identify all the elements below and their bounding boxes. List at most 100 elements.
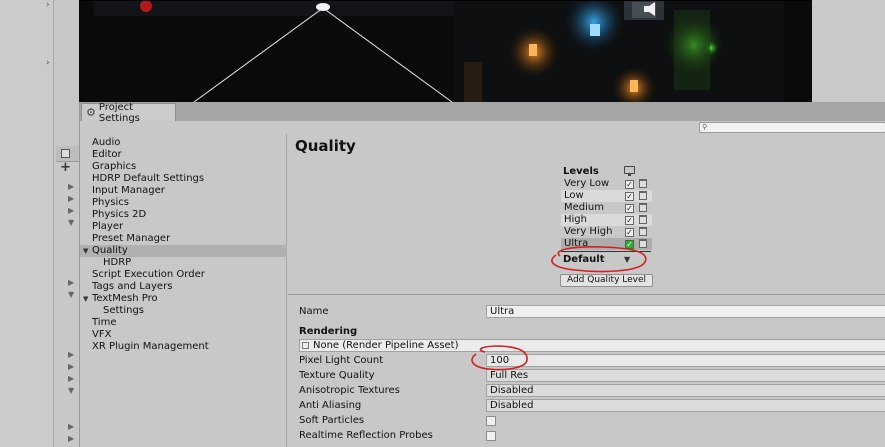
pixel-light-count-field[interactable]: 100 [486,354,885,367]
collapse-arrow-icon[interactable]: ▼ [83,245,88,257]
level-checkbox[interactable]: ✓ [625,180,634,189]
sidebar-item-label: Quality [92,245,128,256]
editor-left-strip: › › [0,0,54,447]
texture-quality-label: Texture Quality [299,370,375,381]
expand-arrow-icon[interactable]: ▶ [68,278,74,287]
pixel-light-count-label: Pixel Light Count [299,355,384,366]
sidebar-item-audio[interactable]: Audio [80,137,287,149]
object-field-icon [302,342,309,349]
level-checkbox[interactable]: ✓ [625,192,634,201]
scene-illustration [54,0,812,102]
sidebar-item-textmesh-pro[interactable]: ▼ TextMesh Pro [80,293,287,305]
level-name: Medium [564,202,604,213]
scene-view[interactable] [54,0,812,102]
expand-arrow-icon[interactable]: ▶ [68,350,74,359]
sidebar-item-time[interactable]: Time [80,317,287,329]
level-checkbox[interactable]: ✓ [625,216,634,225]
expand-arrow-icon[interactable]: ▶ [68,434,74,443]
trash-icon[interactable] [639,215,647,224]
sidebar-item-settings[interactable]: Settings [80,305,287,317]
editor-right-panel [812,0,885,102]
hierarchy-icon [61,149,70,158]
sidebar-item-label: Player [92,221,124,232]
level-checkbox[interactable]: ✓ [625,204,634,213]
sidebar-item-label: Physics 2D [92,209,147,220]
sidebar-item-preset-manager[interactable]: Preset Manager [80,233,287,245]
expand-arrow-icon[interactable]: ▶ [68,374,74,383]
collapse-arrow-icon[interactable]: ▼ [83,293,88,305]
collapse-arrow-icon[interactable]: ▼ [68,386,74,395]
level-name: High [564,214,587,225]
level-checkbox[interactable]: ✓ [625,228,634,237]
sidebar-item-tags-and-layers[interactable]: Tags and Layers [80,281,287,293]
sidebar-item-label: Physics [92,197,129,208]
expand-arrow-icon[interactable]: ▶ [68,182,74,191]
sidebar-item-hdrp[interactable]: HDRP [80,257,287,269]
sidebar-item-physics-2d[interactable]: Physics 2D [80,209,287,221]
collapse-arrow-icon[interactable]: ▼ [68,290,74,299]
texture-quality-dropdown[interactable]: Full Res [486,369,885,382]
default-dropdown-arrow-icon[interactable]: ▼ [624,255,630,264]
trash-icon[interactable] [639,179,647,188]
expand-arrow-icon[interactable]: ▶ [68,194,74,203]
sidebar-item-player[interactable]: Player [80,221,287,233]
levels-header: Levels [563,166,599,177]
trash-icon[interactable] [639,203,647,212]
project-settings-tab[interactable]: ⚙ Project Settings [81,102,176,124]
level-name: Very Low [564,178,610,189]
soft-particles-checkbox[interactable] [486,416,496,426]
anisotropic-textures-dropdown[interactable]: Disabled [486,384,885,397]
search-icon: ⚲ [702,123,708,131]
sidebar-item-label: Input Manager [92,185,165,196]
realtime-reflection-probes-checkbox[interactable] [486,431,496,441]
sidebar-item-script-execution-order[interactable]: Script Execution Order [80,269,287,281]
expand-arrow-icon[interactable]: ▶ [68,362,74,371]
add-quality-level-button[interactable]: Add Quality Level [560,274,653,287]
trash-icon[interactable] [639,191,647,200]
sidebar-item-label: XR Plugin Management [92,341,209,352]
sidebar-item-quality[interactable]: ▼ Quality [80,245,287,257]
anti-aliasing-label: Anti Aliasing [299,400,362,411]
render-pipeline-asset-field[interactable]: None (Render Pipeline Asset) [299,339,885,352]
sidebar-item-label: Graphics [92,161,137,172]
anti-aliasing-dropdown[interactable]: Disabled [486,399,885,412]
expand-arrow-icon[interactable]: ▶ [68,206,74,215]
quality-settings-panel: Quality Levels Very Low ✓ Low ✓ Medium ✓… [288,134,885,447]
sidebar-item-label: HDRP Default Settings [92,173,205,184]
trash-icon[interactable] [639,227,647,236]
add-object-button[interactable]: + [60,161,71,174]
search-input[interactable]: ⚲ [699,122,885,133]
level-checkbox[interactable]: ✓ [625,240,634,249]
sidebar-item-hdrp-default-settings[interactable]: HDRP Default Settings [80,173,287,185]
level-name: Ultra [564,238,589,249]
collapse-arrow-icon[interactable]: › [46,58,50,68]
sidebar-item-physics[interactable]: Physics [80,197,287,209]
sidebar-item-label: Script Execution Order [92,269,205,280]
sidebar-item-input-manager[interactable]: Input Manager [80,185,287,197]
trash-icon[interactable] [639,239,647,248]
sidebar-item-label: Audio [92,137,121,148]
sidebar-item-editor[interactable]: Editor [80,149,287,161]
hierarchy-panel [54,0,79,447]
level-name: Very High [564,226,613,237]
collapse-arrow-icon[interactable]: ▼ [68,218,74,227]
monitor-icon [624,166,635,176]
level-name: Low [564,190,584,201]
expand-arrow-icon[interactable]: ▶ [68,422,74,431]
sidebar-item-label: HDRP [103,257,132,268]
sidebar-item-vfx[interactable]: VFX [80,329,287,341]
sidebar-item-label: Preset Manager [92,233,171,244]
collapse-arrow-icon[interactable]: › [46,0,50,10]
realtime-reflection-probes-label: Realtime Reflection Probes [299,430,433,441]
window-titlebar [80,102,885,121]
levels-divider [561,251,651,252]
sidebar-item-label: TextMesh Pro [92,293,158,304]
page-title: Quality [295,137,356,155]
sidebar-item-label: Editor [92,149,122,160]
gear-icon: ⚙ [86,106,96,119]
sidebar-item-label: Time [92,317,117,328]
anisotropic-textures-label: Anisotropic Textures [299,385,400,396]
sidebar-item-xr-plugin-management[interactable]: XR Plugin Management [80,341,287,353]
name-field[interactable]: Ultra [486,305,885,318]
sidebar-item-graphics[interactable]: Graphics [80,161,287,173]
